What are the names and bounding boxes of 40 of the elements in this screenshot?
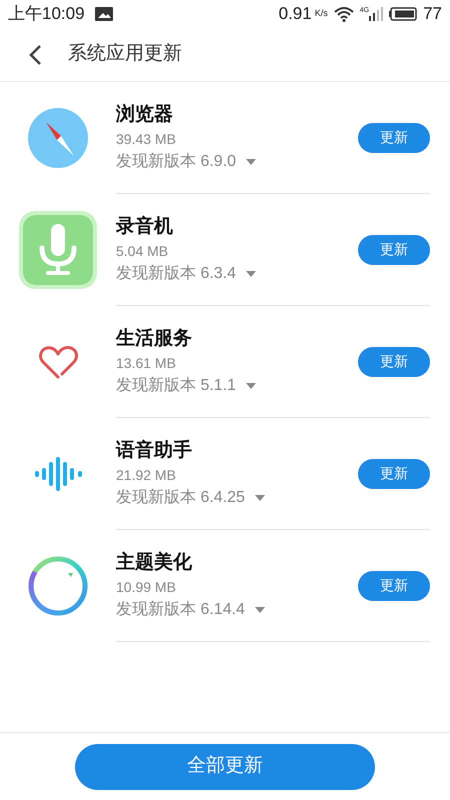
sound-wave-icon xyxy=(33,456,83,492)
dropdown-icon[interactable] xyxy=(246,270,256,276)
app-name: 生活服务 xyxy=(116,326,193,350)
picture-icon xyxy=(94,7,113,21)
page-title: 系统应用更新 xyxy=(68,42,182,66)
update-button[interactable]: 更新 xyxy=(358,122,430,152)
dropdown-icon[interactable] xyxy=(246,382,256,388)
version-text: 发现新版本 6.3.4 xyxy=(116,264,236,284)
dropdown-icon[interactable] xyxy=(254,606,265,612)
signal-icon xyxy=(369,7,384,21)
update-button[interactable]: 更新 xyxy=(358,234,430,264)
update-button[interactable]: 更新 xyxy=(358,570,430,600)
version-text: 发现新版本 6.9.0 xyxy=(116,152,236,172)
update-all-button[interactable]: 全部更新 xyxy=(75,744,375,790)
app-name: 语音助手 xyxy=(116,438,193,462)
update-button[interactable]: 更新 xyxy=(358,346,430,376)
update-button[interactable]: 更新 xyxy=(358,458,430,488)
battery-icon xyxy=(389,7,418,21)
app-size: 39.43 MB xyxy=(116,130,177,148)
compass-icon xyxy=(28,108,88,168)
version-text: 发现新版本 6.14.4 xyxy=(116,600,245,620)
app-size: 10.99 MB xyxy=(116,578,177,596)
version-text: 发现新版本 5.1.1 xyxy=(116,376,236,396)
app-size: 13.61 MB xyxy=(116,354,177,372)
back-icon xyxy=(28,44,42,66)
status-time: 上午10:09 xyxy=(8,3,85,26)
microphone-icon xyxy=(18,210,98,290)
network-speed: 0.91 xyxy=(278,3,312,26)
ring-icon xyxy=(27,555,89,617)
wifi-icon xyxy=(334,6,354,22)
app-size: 5.04 MB xyxy=(116,242,170,260)
speed-unit: K/s xyxy=(314,7,328,20)
app-name: 录音机 xyxy=(116,214,174,238)
version-text: 发现新版本 6.4.25 xyxy=(116,488,245,508)
app-name: 主题美化 xyxy=(116,550,193,574)
battery-level: 77 xyxy=(423,3,442,26)
app-size: 21.92 MB xyxy=(116,466,177,484)
dropdown-icon[interactable] xyxy=(246,158,256,164)
app-name: 浏览器 xyxy=(116,102,174,126)
dropdown-icon[interactable] xyxy=(254,494,265,500)
